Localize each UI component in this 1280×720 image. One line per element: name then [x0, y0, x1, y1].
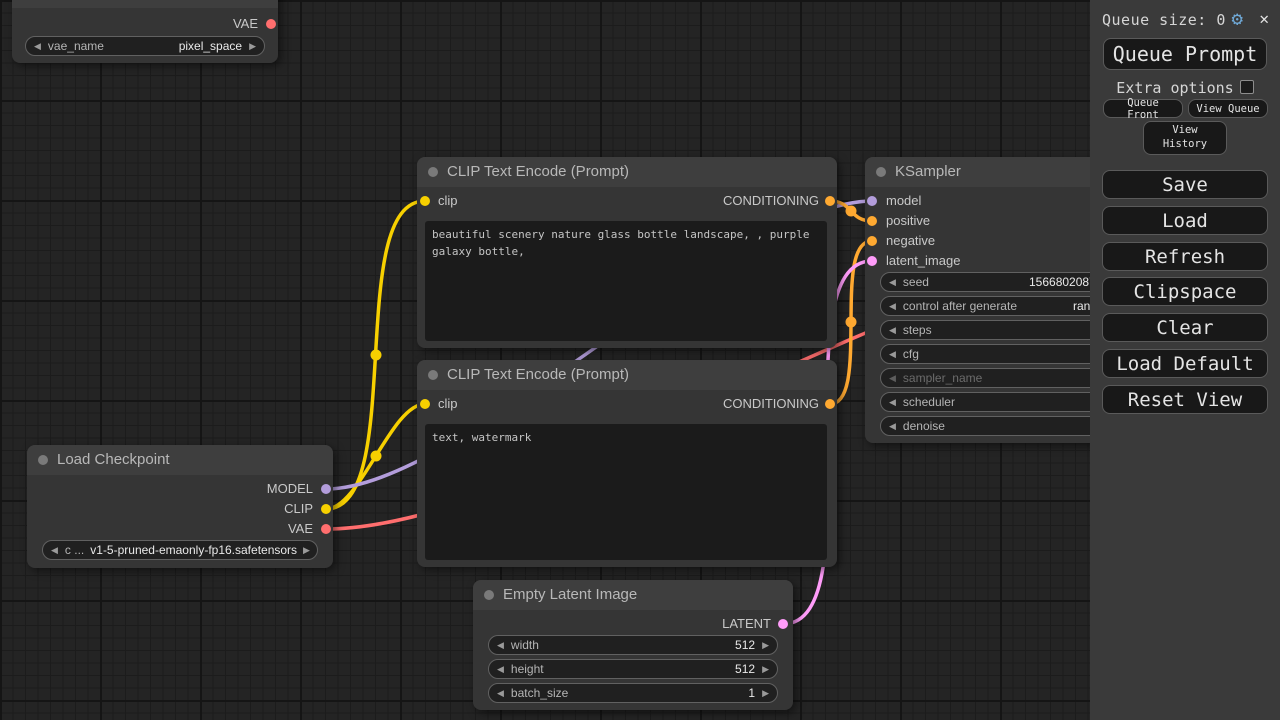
node-vae-loader[interactable]: VAE ◀ vae_name pixel_space ▶: [12, 0, 278, 63]
decrement-arrow-icon[interactable]: ◀: [889, 345, 896, 363]
node-empty-latent-image[interactable]: Empty Latent Image LATENT ◀ width 512 ▶ …: [473, 580, 793, 710]
decrement-arrow-icon[interactable]: ◀: [889, 393, 896, 411]
clipspace-button[interactable]: Clipspace: [1102, 277, 1268, 306]
view-history-button[interactable]: View History: [1143, 121, 1227, 155]
node-title: CLIP Text Encode (Prompt): [447, 163, 630, 180]
decrement-arrow-icon[interactable]: ◀: [889, 321, 896, 339]
clear-button[interactable]: Clear: [1102, 313, 1268, 342]
ckpt-name-widget[interactable]: ◀ c ... v1-5-pruned-emaonly-fp16.safeten…: [42, 540, 318, 560]
collapse-dot-icon[interactable]: [428, 167, 438, 177]
widget-value: 512: [735, 638, 756, 652]
queue-size-label: Queue size: 0: [1102, 11, 1226, 29]
slot-conditioning-output-label: CONDITIONING: [722, 193, 819, 208]
comfy-menu: Queue size: 0 ⚙ ✕ Queue Prompt Extra opt…: [1090, 0, 1280, 720]
widget-label: steps: [902, 323, 932, 337]
slot-latent-output-label: LATENT: [722, 616, 771, 631]
extra-options-row: Extra options: [1090, 79, 1280, 97]
node-clip-text-encode-positive[interactable]: CLIP Text Encode (Prompt) clip CONDITION…: [417, 157, 837, 348]
decrement-arrow-icon[interactable]: ◀: [889, 417, 896, 435]
view-queue-button[interactable]: View Queue: [1188, 99, 1268, 118]
increment-arrow-icon[interactable]: ▶: [249, 37, 256, 55]
queue-front-button[interactable]: Queue Front: [1103, 97, 1183, 121]
node-title: Load Checkpoint: [57, 451, 170, 468]
node-clip-text-encode-negative[interactable]: CLIP Text Encode (Prompt) clip CONDITION…: [417, 360, 837, 567]
widget-label: c ...: [64, 543, 85, 557]
widget-label: denoise: [902, 419, 945, 433]
increment-arrow-icon[interactable]: ▶: [303, 541, 310, 559]
widget-label: control after generate: [902, 299, 1017, 313]
increment-arrow-icon[interactable]: ▶: [762, 636, 769, 654]
collapse-dot-icon[interactable]: [38, 455, 48, 465]
reset-view-button[interactable]: Reset View: [1102, 385, 1268, 414]
slot-model-input-label: model: [886, 193, 922, 208]
widget-label: seed: [902, 275, 929, 289]
node-title-bar[interactable]: CLIP Text Encode (Prompt): [417, 360, 837, 390]
slot-clip-input-label: clip: [438, 396, 458, 411]
slot-model-output-label: MODEL: [266, 481, 313, 496]
load-default-button[interactable]: Load Default: [1102, 349, 1268, 378]
decrement-arrow-icon[interactable]: ◀: [34, 37, 41, 55]
decrement-arrow-icon[interactable]: ◀: [889, 297, 896, 315]
node-title-bar[interactable]: Empty Latent Image: [473, 580, 793, 610]
widget-label: scheduler: [902, 395, 955, 409]
widget-label: width: [510, 638, 539, 652]
negative-prompt-textarea[interactable]: text, watermark: [425, 424, 827, 560]
slot-positive-input-label: positive: [886, 213, 931, 228]
widget-label: height: [510, 662, 544, 676]
decrement-arrow-icon[interactable]: ◀: [889, 369, 896, 387]
close-icon[interactable]: ✕: [1259, 9, 1269, 29]
increment-arrow-icon[interactable]: ▶: [762, 660, 769, 678]
slot-vae-output-label: VAE: [287, 521, 313, 536]
vae-name-widget[interactable]: ◀ vae_name pixel_space ▶: [25, 36, 265, 56]
decrement-arrow-icon[interactable]: ◀: [889, 273, 896, 291]
widget-label: vae_name: [47, 39, 104, 53]
extra-options-checkbox[interactable]: [1239, 80, 1254, 94]
height-widget[interactable]: ◀ height 512 ▶: [488, 659, 778, 679]
node-title: CLIP Text Encode (Prompt): [447, 366, 630, 383]
collapse-dot-icon[interactable]: [484, 590, 494, 600]
load-button[interactable]: Load: [1102, 206, 1268, 235]
decrement-arrow-icon[interactable]: ◀: [497, 636, 504, 654]
batch-size-widget[interactable]: ◀ batch_size 1 ▶: [488, 683, 778, 703]
decrement-arrow-icon[interactable]: ◀: [497, 660, 504, 678]
positive-prompt-textarea[interactable]: beautiful scenery nature glass bottle la…: [425, 221, 827, 341]
queue-prompt-button[interactable]: Queue Prompt: [1103, 38, 1267, 70]
widget-value: 1: [748, 686, 756, 700]
slot-vae-output-label: VAE: [232, 16, 258, 31]
node-title-bar[interactable]: Load Checkpoint: [27, 445, 333, 475]
widget-value: 512: [735, 662, 756, 676]
widget-value: v1-5-pruned-emaonly-fp16.safetensors: [90, 543, 298, 557]
widget-label: batch_size: [510, 686, 569, 700]
slot-clip-output-label: CLIP: [284, 501, 313, 516]
settings-gear-icon[interactable]: ⚙: [1232, 9, 1243, 29]
node-load-checkpoint[interactable]: Load Checkpoint MODEL CLIP VAE ◀ c ... v…: [27, 445, 333, 568]
node-title: Empty Latent Image: [503, 586, 638, 603]
save-button[interactable]: Save: [1102, 170, 1268, 199]
extra-options-label: Extra options: [1116, 79, 1234, 97]
width-widget[interactable]: ◀ width 512 ▶: [488, 635, 778, 655]
node-title-bar[interactable]: CLIP Text Encode (Prompt): [417, 157, 837, 187]
slot-negative-input-label: negative: [886, 233, 936, 248]
collapse-dot-icon[interactable]: [876, 167, 886, 177]
decrement-arrow-icon[interactable]: ◀: [51, 541, 58, 559]
node-title-bar[interactable]: [12, 0, 278, 8]
slot-clip-input-label: clip: [438, 193, 458, 208]
collapse-dot-icon[interactable]: [428, 370, 438, 380]
widget-label: sampler_name: [902, 371, 983, 385]
comfyui-workspace: VAE ◀ vae_name pixel_space ▶ CLIP Text E…: [0, 0, 1280, 720]
decrement-arrow-icon[interactable]: ◀: [497, 684, 504, 702]
increment-arrow-icon[interactable]: ▶: [762, 684, 769, 702]
widget-value: 1566802087: [1029, 275, 1096, 289]
slot-conditioning-output-label: CONDITIONING: [722, 396, 819, 411]
widget-label: cfg: [902, 347, 919, 361]
widget-value: pixel_space: [178, 39, 243, 53]
refresh-button[interactable]: Refresh: [1102, 242, 1268, 271]
slot-latent-image-input-label: latent_image: [886, 253, 961, 268]
node-title: KSampler: [895, 163, 961, 180]
